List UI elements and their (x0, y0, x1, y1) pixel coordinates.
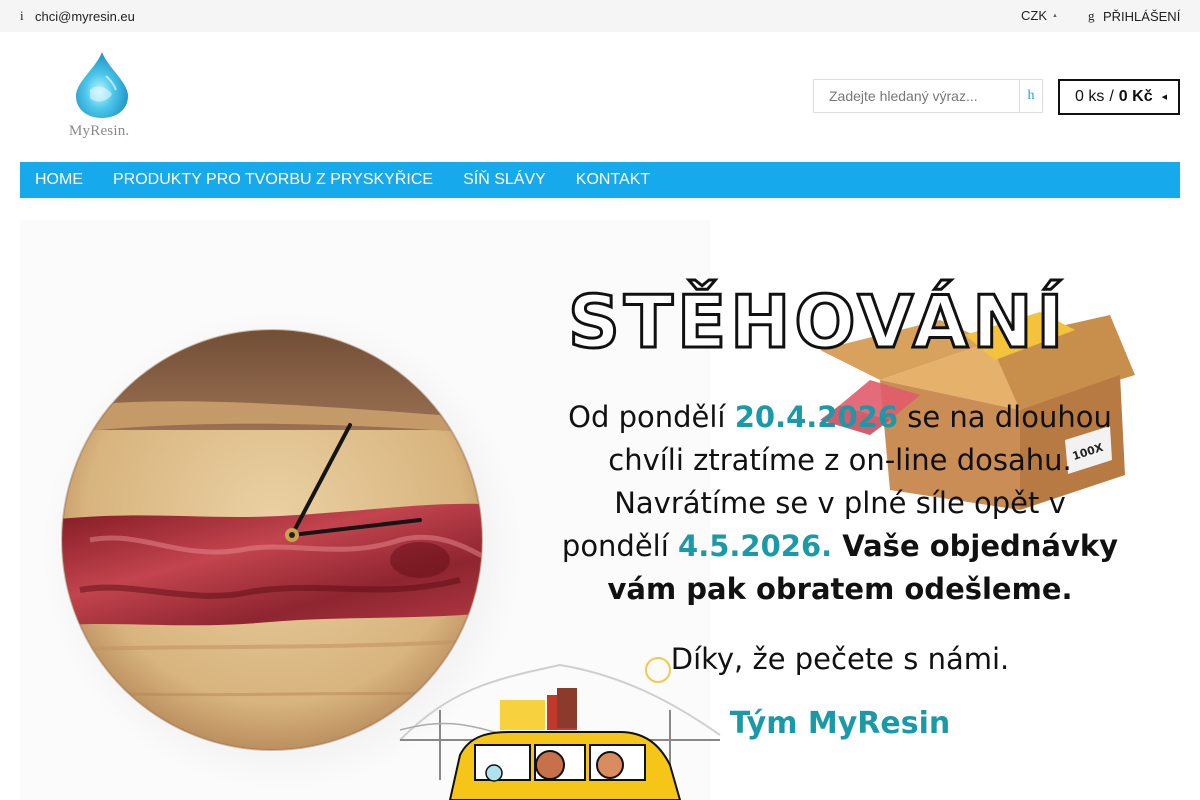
search-icon[interactable]: h (1019, 80, 1042, 112)
cart-button[interactable]: 0 ks / 0 Kč ◀ (1058, 79, 1180, 115)
main-nav: HOME PRODUKTY PRO TVORBU Z PRYSKYŘICE SÍ… (20, 162, 1180, 198)
currency-selector[interactable]: CZK ▲ (1021, 8, 1058, 23)
cart-count: 0 ks (1075, 88, 1105, 105)
banner-team: Tým MyResin (729, 706, 951, 741)
banner-thanks: Díky, že pečete s námi. (670, 642, 1010, 676)
email-link[interactable]: i chci@myresin.eu (20, 8, 135, 24)
nav-item-products[interactable]: PRODUKTY PRO TVORBU Z PRYSKYŘICE (98, 162, 448, 198)
hero-banner[interactable]: 100X STĚHOVÁNÍ Od pondělí 20.4.2026 se n… (20, 220, 1180, 800)
login-link[interactable]: g PŘIHLÁŠENÍ (1088, 8, 1180, 24)
login-label: PŘIHLÁŠENÍ (1103, 8, 1181, 24)
water-drop-icon (76, 52, 128, 118)
top-bar: i chci@myresin.eu CZK ▲ g PŘIHLÁŠENÍ (0, 0, 1200, 32)
banner-date-to: 4.5.2026. (678, 529, 833, 563)
banner-message: Od pondělí 20.4.2026 se na dlouhou chvíl… (560, 396, 1120, 611)
user-icon: g (1088, 8, 1095, 23)
email-text: chci@myresin.eu (35, 8, 135, 24)
currency-label: CZK (1021, 8, 1047, 23)
site-logo[interactable]: MyResin. (66, 50, 138, 146)
chevron-down-icon: ◀ (1161, 94, 1167, 101)
nav-item-home[interactable]: HOME (20, 162, 98, 198)
cart-total: 0 Kč (1118, 88, 1153, 105)
banner-date-from: 20.4.2026 (734, 400, 898, 434)
logo-brand-text: MyResin. (69, 123, 130, 139)
cart-separator: / (1109, 88, 1114, 105)
banner-line-1: Od pondělí (568, 400, 735, 434)
search-box: h (813, 79, 1043, 113)
info-icon: i (20, 8, 24, 23)
search-input[interactable] (814, 80, 1019, 112)
nav-item-contact[interactable]: KONTAKT (561, 162, 665, 198)
chevron-down-icon: ▲ (1052, 12, 1058, 19)
nav-item-hall-of-fame[interactable]: SÍŇ SLÁVY (448, 162, 561, 198)
banner-title: STĚHOVÁNÍ (566, 280, 1068, 364)
